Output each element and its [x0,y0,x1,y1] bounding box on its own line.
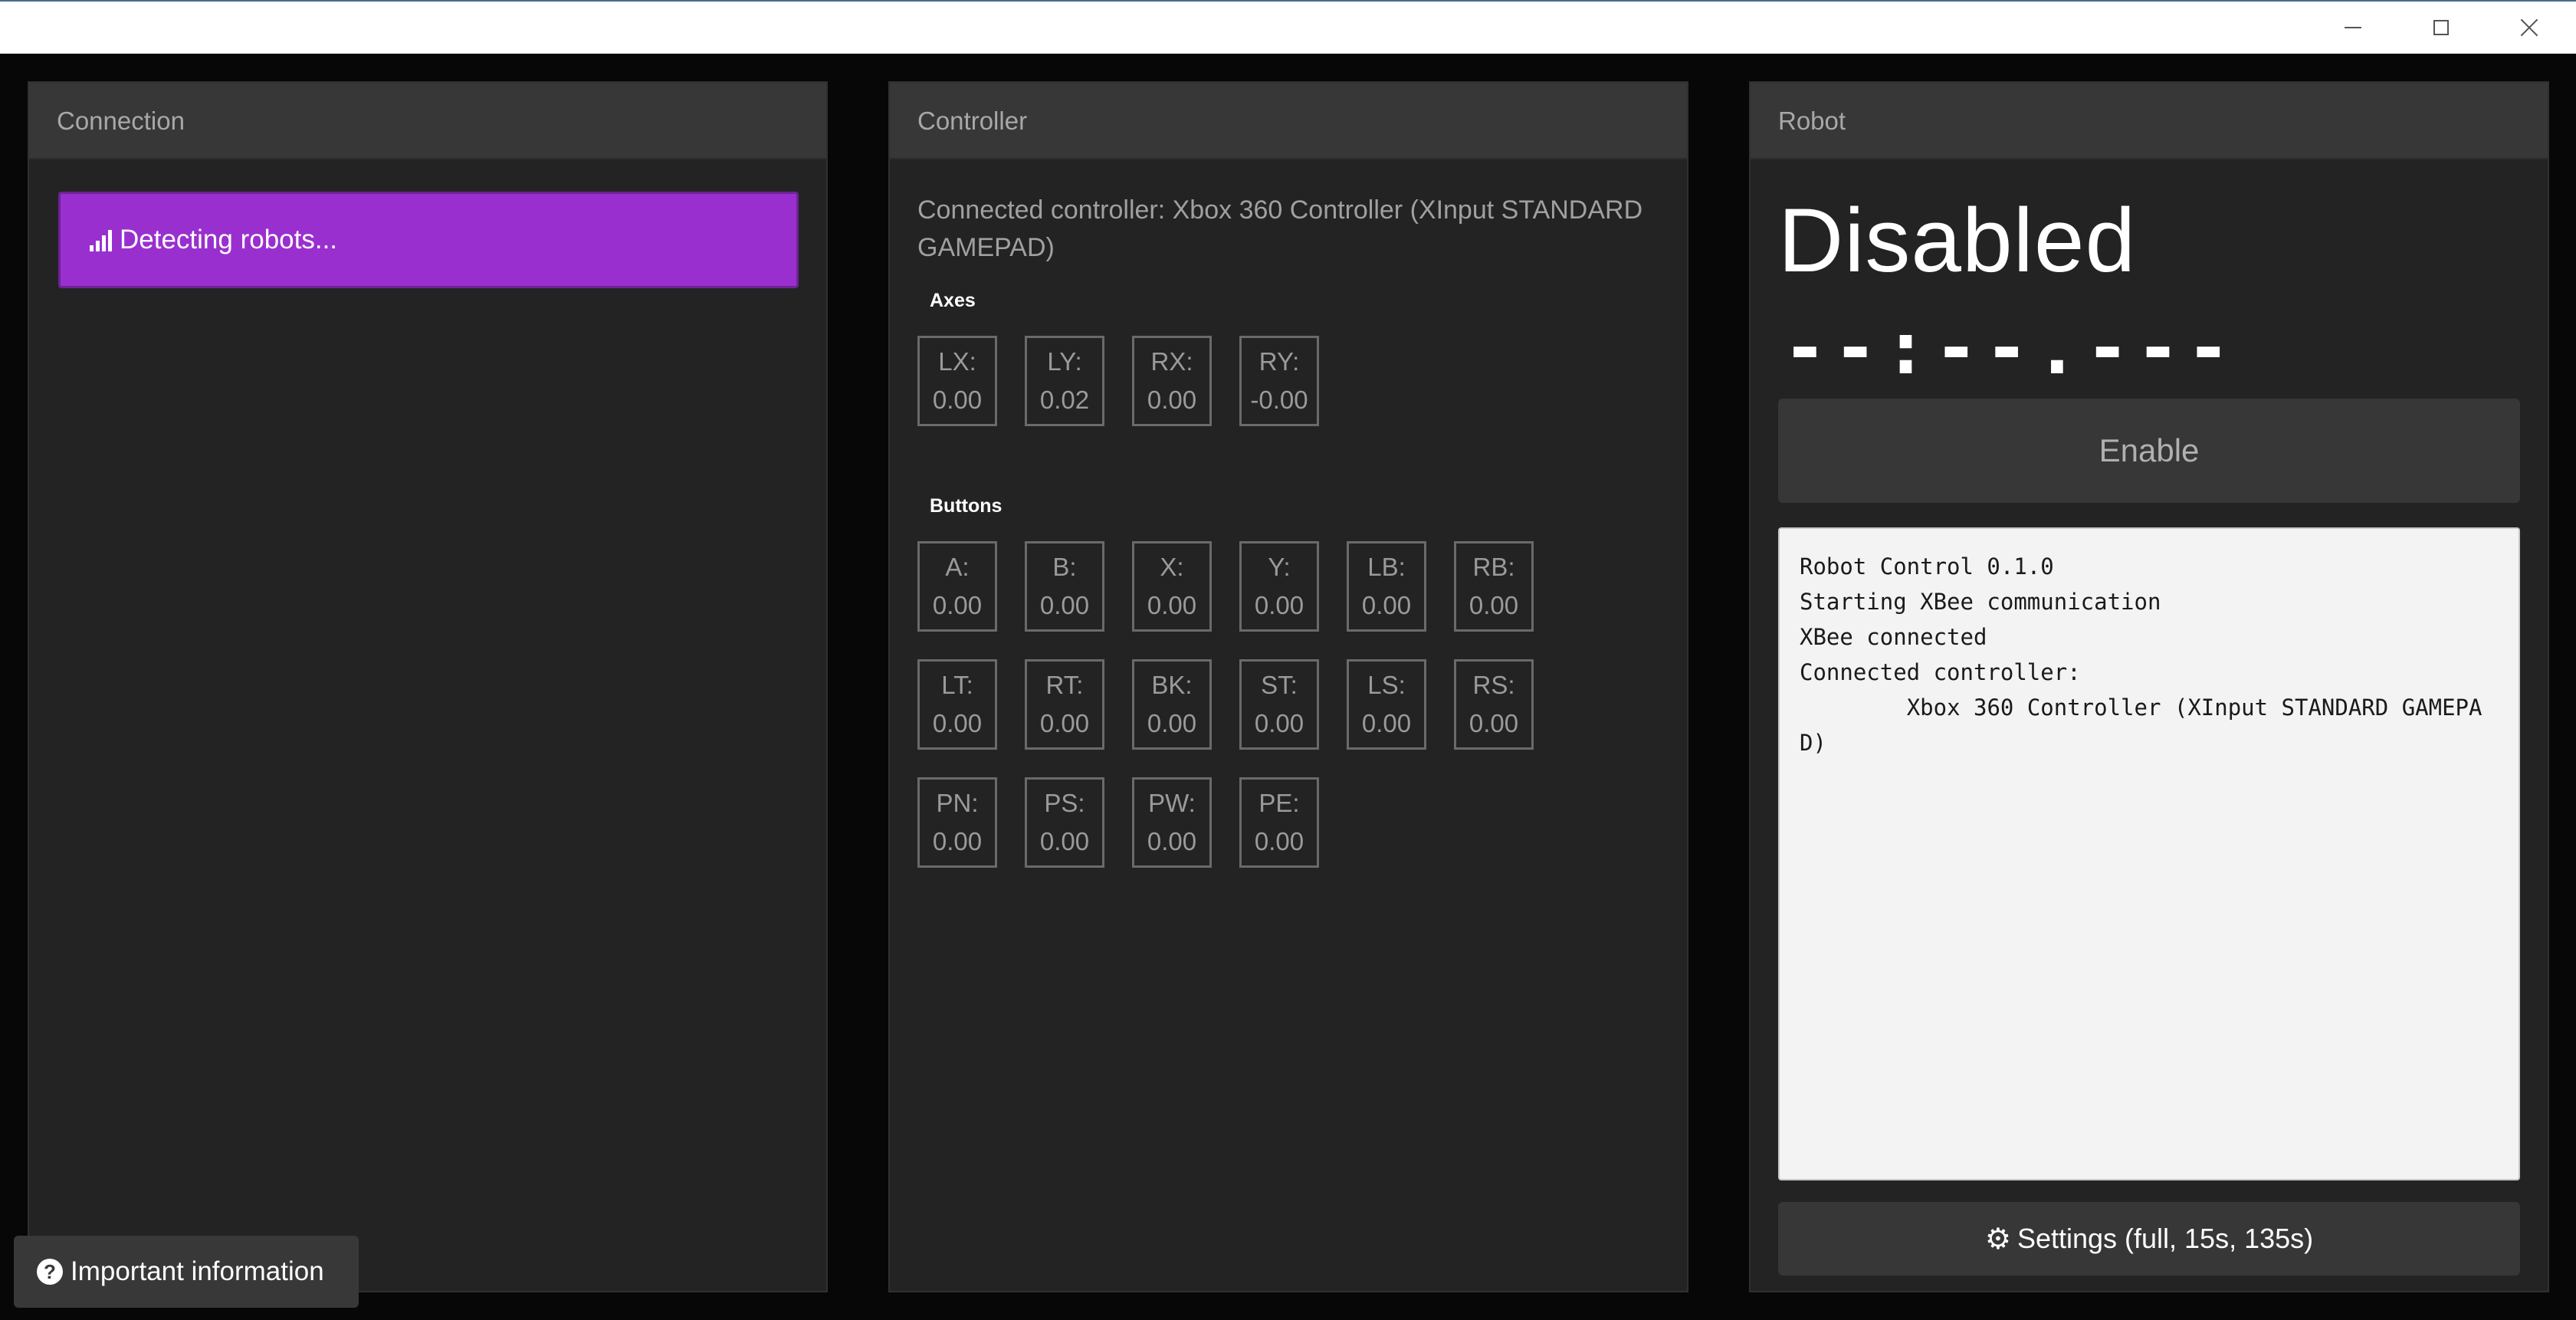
settings-label: Settings (full, 15s, 135s) [2016,1223,2314,1254]
button-cell: RT: 0.00 [1025,659,1104,750]
minimize-icon [2345,27,2361,28]
button-label: A: [945,553,970,581]
robot-panel-title: Robot [1751,83,2548,159]
connection-panel: Connection Detecting robots... [28,81,828,1292]
detecting-robots-button[interactable]: Detecting robots... [58,192,799,288]
button-value: 0.00 [1361,709,1412,737]
robot-state: Disabled [1778,190,2137,291]
button-cell: ST: 0.00 [1239,659,1319,750]
button-value: 0.00 [1039,709,1090,737]
axis-cell: RY: -0.00 [1239,336,1319,426]
button-value: 0.00 [1254,709,1304,737]
button-value: 0.00 [1361,591,1412,619]
button-label: LB: [1367,553,1406,581]
button-value: 0.00 [1254,827,1304,855]
axis-label: LY: [1047,347,1082,376]
robot-panel: Robot Disabled --:--.--- Enable Robot Co… [1749,81,2549,1292]
minimize-button[interactable] [2311,2,2395,54]
button-value: 0.00 [932,709,983,737]
button-value: 0.00 [1147,591,1197,619]
settings-button[interactable]: ⚙ Settings (full, 15s, 135s) [1778,1202,2520,1276]
button-cell: RB: 0.00 [1454,541,1534,632]
button-label: PN: [936,789,979,817]
button-cell: B: 0.00 [1025,541,1104,632]
button-label: LT: [941,671,973,699]
button-label: PE: [1258,789,1300,817]
button-cell: Y: 0.00 [1239,541,1319,632]
question-circle-icon: ? [37,1259,63,1285]
button-cell: X: 0.00 [1132,541,1212,632]
button-value: 0.00 [1254,591,1304,619]
detecting-robots-label: Detecting robots... [120,225,338,254]
button-cell: LB: 0.00 [1347,541,1426,632]
button-value: 0.00 [932,827,983,855]
button-value: 0.00 [1039,827,1090,855]
button-value: 0.00 [932,591,983,619]
button-value: 0.00 [1468,709,1519,737]
axis-value: 0.02 [1039,386,1090,414]
close-button[interactable] [2487,2,2571,54]
close-icon [2520,18,2538,37]
button-label: LS: [1367,671,1406,699]
axis-value: -0.00 [1250,386,1308,414]
log-line: XBee connected [1800,624,1987,650]
connection-panel-title: Connection [29,83,826,159]
button-label: PW: [1148,789,1196,817]
button-label: ST: [1261,671,1298,699]
button-label: X: [1160,553,1184,581]
axis-cell: RX: 0.00 [1132,336,1212,426]
button-cell: PS: 0.00 [1025,777,1104,868]
signal-bars-icon [90,228,112,251]
connected-controller-text: Connected controller: Xbox 360 Controlle… [917,195,1643,262]
important-information-label: Important information [71,1256,324,1286]
button-cell: RS: 0.00 [1454,659,1534,750]
axis-value: 0.00 [932,386,983,414]
log-line: Starting XBee communication [1800,589,2161,615]
button-value: 0.00 [1147,827,1197,855]
important-information-button[interactable]: ? Important information [14,1236,359,1308]
button-cell: PE: 0.00 [1239,777,1319,868]
button-cell: LT: 0.00 [917,659,997,750]
axes-label: Axes [930,290,976,311]
button-cell: BK: 0.00 [1132,659,1212,750]
button-cell: A: 0.00 [917,541,997,632]
button-cell: PN: 0.00 [917,777,997,868]
axis-label: RY: [1258,347,1300,376]
button-label: PS: [1044,789,1085,817]
axis-label: LX: [938,347,976,376]
controller-panel-title: Controller [890,83,1687,159]
button-value: 0.00 [1468,591,1519,619]
button-label: Y: [1268,553,1291,581]
button-cell: LS: 0.00 [1347,659,1426,750]
controller-panel: Controller Connected controller: Xbox 36… [888,81,1688,1292]
button-label: B: [1052,553,1077,581]
button-value: 0.00 [1039,591,1090,619]
button-value: 0.00 [1147,709,1197,737]
axis-cell: LY: 0.02 [1025,336,1104,426]
maximize-button[interactable] [2399,2,2483,54]
axis-cell: LX: 0.00 [917,336,997,426]
gear-icon: ⚙ [1984,1223,2011,1256]
console-log[interactable]: Robot Control 0.1.0 Starting XBee communi… [1778,527,2520,1180]
maximize-icon [2433,20,2449,35]
buttons-label: Buttons [930,495,1003,517]
match-timer: --:--.--- [1783,305,2237,391]
enable-button[interactable]: Enable [1778,399,2520,503]
button-label: RB: [1472,553,1515,581]
title-bar [0,0,2576,54]
axis-value: 0.00 [1147,386,1197,414]
axis-label: RX: [1150,347,1193,376]
button-label: RS: [1472,671,1515,699]
log-line: Connected controller: [1800,659,2081,685]
button-cell: PW: 0.00 [1132,777,1212,868]
button-label: BK: [1151,671,1193,699]
button-label: RT: [1045,671,1084,699]
log-line: Xbox 360 Controller (XInput STANDARD GAM… [1800,694,2482,756]
log-line: Robot Control 0.1.0 [1800,553,2054,580]
